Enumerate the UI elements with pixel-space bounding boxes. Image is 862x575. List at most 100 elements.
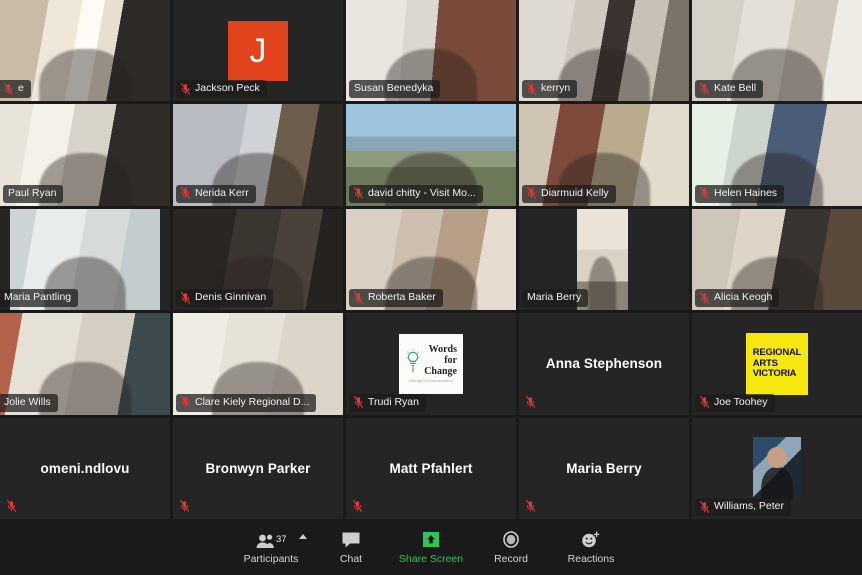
mic-muted-icon: [700, 291, 709, 304]
participant-name-placeholder: Maria Berry: [566, 460, 642, 476]
participant-tile[interactable]: Anna Stephenson: [519, 313, 689, 415]
share-screen-icon: [421, 529, 441, 549]
participant-tile[interactable]: Williams, Peter: [692, 417, 862, 519]
mic-muted-icon: [354, 291, 363, 304]
participant-tile[interactable]: david chitty - Visit Mo...: [346, 104, 516, 206]
participant-name-placeholder: Anna Stephenson: [545, 356, 663, 372]
participant-name-badge: Susan Benedyka: [349, 80, 441, 99]
participant-tile[interactable]: e: [0, 0, 170, 102]
mic-muted-icon: [353, 500, 362, 512]
people-icon: 37: [256, 529, 286, 549]
chat-bubble-icon: [341, 529, 361, 549]
participant-tile[interactable]: Alicia Keogh: [692, 208, 862, 311]
reactions-icon: [580, 529, 602, 549]
mic-muted-indicator: [7, 500, 16, 513]
participant-tile[interactable]: Paul Ryan: [0, 104, 170, 206]
participant-tile[interactable]: J Jackson Peck: [173, 0, 343, 102]
participant-tile[interactable]: kerryn: [519, 0, 689, 102]
mic-muted-indicator: [353, 500, 362, 513]
zoom-meeting-window: e J Jackson Peck Susan Benedyka kerryn Kate B…: [0, 0, 862, 575]
participant-name-label: Williams, Peter: [714, 500, 785, 512]
participant-tile[interactable]: Bronwyn Parker: [173, 417, 343, 519]
mic-muted-indicator: [526, 500, 535, 513]
mic-muted-icon: [181, 82, 190, 95]
participant-name-badge: Clare Kiely Regional D...: [176, 393, 317, 412]
participant-name-badge: Maria Berry: [522, 289, 589, 308]
mic-muted-icon: [700, 396, 709, 408]
participant-name-label: kerryn: [541, 82, 571, 95]
participant-tile[interactable]: Roberta Baker: [346, 208, 516, 311]
mic-muted-icon: [526, 500, 535, 512]
participant-name-badge: kerryn: [522, 80, 578, 99]
participant-tile[interactable]: Jolie Wills: [0, 313, 170, 415]
participant-tile[interactable]: Kate Bell: [692, 0, 862, 102]
participant-tile[interactable]: Maria Berry: [519, 208, 689, 311]
participant-count: 37: [276, 534, 286, 545]
mic-muted-icon: [700, 500, 709, 513]
chevron-up-icon[interactable]: [299, 534, 307, 539]
reactions-button[interactable]: Reactions: [551, 523, 631, 571]
participant-tile[interactable]: Denis Ginnivan: [173, 208, 343, 311]
participant-tile[interactable]: Maria Pantling: [0, 208, 170, 311]
participant-name-label: Clare Kiely Regional D...: [195, 395, 310, 408]
participant-name-badge: Trudi Ryan: [349, 393, 426, 412]
participant-name-badge: Nerida Kerr: [176, 184, 256, 203]
participant-name-badge: Paul Ryan: [3, 184, 64, 203]
participant-tile[interactable]: Nerida Kerr: [173, 104, 343, 206]
record-label: Record: [494, 553, 528, 565]
participant-name-badge: Jackson Peck: [176, 80, 267, 99]
participant-name-label: Maria Berry: [527, 291, 582, 304]
participant-name-label: Kate Bell: [714, 82, 757, 95]
participant-name-label: Nerida Kerr: [195, 186, 249, 199]
participant-tile[interactable]: Helen Haines: [692, 104, 862, 206]
participant-name-label: Jackson Peck: [195, 82, 260, 95]
mic-muted-icon: [527, 82, 536, 95]
participant-name-badge: Maria Pantling: [0, 289, 79, 308]
mic-muted-icon: [526, 395, 535, 408]
mic-muted-icon: [527, 187, 536, 200]
participants-label: Participants: [243, 553, 299, 565]
participant-name-badge: david chitty - Visit Mo...: [349, 184, 483, 203]
meeting-toolbar: 37 Participants Chat Share Screen Record…: [0, 519, 862, 575]
participant-tile[interactable]: Diarmuid Kelly: [519, 104, 689, 206]
participant-tile[interactable]: omeni.ndlovu: [0, 417, 170, 519]
participant-name-badge: Diarmuid Kelly: [522, 184, 616, 203]
participant-name-label: e: [18, 82, 24, 95]
participant-name-label: Denis Ginnivan: [195, 291, 267, 304]
participant-name-placeholder: omeni.ndlovu: [40, 460, 130, 476]
participant-name-badge: e: [0, 80, 31, 99]
mic-muted-icon: [354, 396, 363, 408]
chat-button[interactable]: Chat: [311, 523, 391, 571]
participant-name-label: Helen Haines: [714, 186, 778, 199]
avatar-logo-words-for-change: Words for Change change the conversation: [399, 333, 463, 394]
participant-tile[interactable]: REGIONAL ARTS VICTORIA Joe Toohey: [692, 313, 862, 415]
chat-label: Chat: [339, 553, 363, 565]
participant-tile[interactable]: Maria Berry: [519, 417, 689, 519]
participant-name-label: Maria Pantling: [4, 291, 72, 304]
mic-muted-icon: [354, 187, 363, 200]
mic-muted-icon: [4, 82, 13, 95]
person-silhouette: [588, 257, 617, 311]
participant-name-badge: Denis Ginnivan: [176, 289, 274, 308]
mic-muted-icon: [181, 396, 190, 408]
participant-tile[interactable]: Susan Benedyka: [346, 0, 516, 102]
mic-muted-icon: [180, 500, 189, 512]
participants-button[interactable]: 37 Participants: [231, 523, 311, 571]
avatar-logo-regional-arts-victoria: REGIONAL ARTS VICTORIA: [746, 332, 808, 395]
participant-tile[interactable]: Words for Change change the conversation Tru…: [346, 313, 516, 415]
participant-name-label: Paul Ryan: [8, 186, 57, 199]
share-screen-label: Share Screen: [398, 553, 464, 565]
avatar-photo: [753, 437, 801, 500]
participant-name-placeholder: Matt Pfahlert: [389, 460, 473, 476]
avatar-initial: J: [228, 20, 288, 81]
participant-tile[interactable]: Matt Pfahlert: [346, 417, 516, 519]
mic-muted-icon: [7, 500, 16, 512]
share-screen-button[interactable]: Share Screen: [391, 523, 471, 571]
participant-name-label: Susan Benedyka: [354, 82, 434, 95]
participant-name-placeholder: Bronwyn Parker: [205, 460, 311, 476]
participant-name-label: Roberta Baker: [368, 291, 436, 304]
participant-name-label: Trudi Ryan: [368, 395, 419, 408]
record-button[interactable]: Record: [471, 523, 551, 571]
participant-tile[interactable]: Clare Kiely Regional D...: [173, 313, 343, 415]
participant-name-badge: Joe Toohey: [695, 393, 775, 412]
